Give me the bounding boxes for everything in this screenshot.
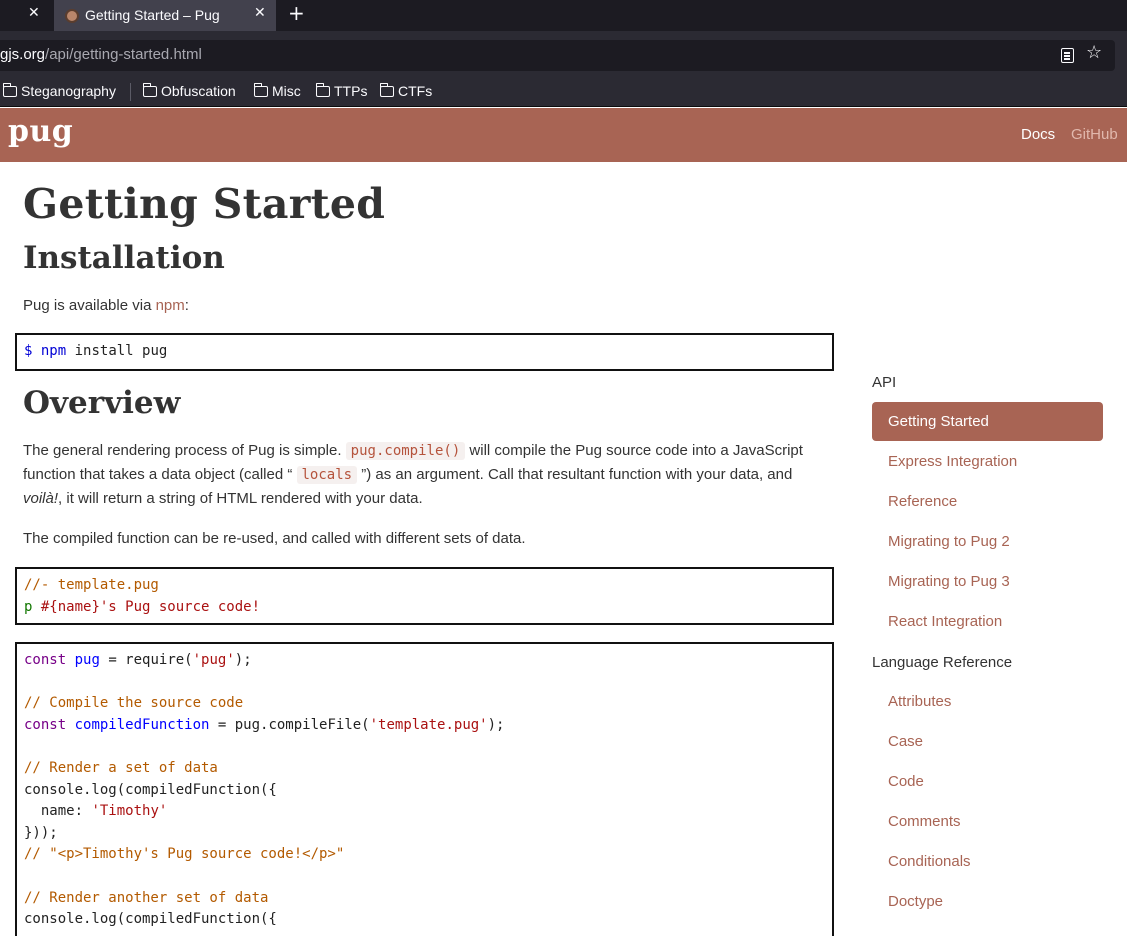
address-bar[interactable]: gjs.org/api/getting-started.html xyxy=(0,40,1115,71)
installation-heading: Installation xyxy=(23,240,225,276)
sidebar-item-attributes[interactable]: Attributes xyxy=(872,682,1103,721)
sidebar-heading-api: API xyxy=(872,374,897,391)
navigation-toolbar: gjs.org/api/getting-started.html ☆ xyxy=(0,31,1127,77)
sidebar-item-migrating-pug-3[interactable]: Migrating to Pug 3 xyxy=(872,562,1103,601)
bookmark-folder-ctfs[interactable]: CTFs xyxy=(379,83,432,99)
sidebar-item-migrating-pug-2[interactable]: Migrating to Pug 2 xyxy=(872,522,1103,561)
close-tab-icon[interactable]: ✕ xyxy=(28,5,40,21)
sidebar-item-case[interactable]: Case xyxy=(872,722,1103,761)
browser-tab-active[interactable]: Getting Started – Pug ✕ xyxy=(54,0,276,31)
tab-strip: ✕ Getting Started – Pug ✕ + xyxy=(0,0,1127,31)
folder-icon xyxy=(253,83,268,97)
nav-docs-link[interactable]: Docs xyxy=(1021,126,1055,143)
tab-title: Getting Started – Pug xyxy=(85,7,220,23)
folder-icon xyxy=(379,83,394,97)
overview-paragraph: The general rendering process of Pug is … xyxy=(23,442,803,507)
sidebar-item-reference[interactable]: Reference xyxy=(872,482,1103,521)
reader-view-icon[interactable] xyxy=(1061,48,1074,63)
javascript-code-block: const pug = require('pug'); // Compile t… xyxy=(15,642,834,936)
sidebar-heading-language-reference: Language Reference xyxy=(872,654,1013,671)
sidebar-item-conditionals[interactable]: Conditionals xyxy=(872,842,1103,881)
folder-icon xyxy=(2,83,17,97)
pug-favicon-icon xyxy=(65,9,79,23)
site-logo[interactable]: pug xyxy=(8,114,73,149)
bookmark-folder-misc[interactable]: Misc xyxy=(253,83,301,99)
inline-code-locals: locals xyxy=(296,466,358,484)
sidebar-item-doctype[interactable]: Doctype xyxy=(872,882,1103,921)
bookmark-star-icon[interactable]: ☆ xyxy=(1086,44,1102,62)
page-title: Getting Started xyxy=(23,180,386,228)
folder-icon xyxy=(315,83,330,97)
close-tab-icon[interactable]: ✕ xyxy=(254,5,266,21)
overview-heading: Overview xyxy=(23,385,181,421)
sidebar-item-code[interactable]: Code xyxy=(872,762,1103,801)
bookmarks-separator xyxy=(130,83,131,101)
sidebar-item-comments[interactable]: Comments xyxy=(872,802,1103,841)
bookmark-folder-obfuscation[interactable]: Obfuscation xyxy=(142,83,236,99)
bookmarks-toolbar: Steganography Obfuscation Misc TTPs CTFs xyxy=(0,77,1127,107)
nav-github-link[interactable]: GitHub xyxy=(1071,126,1118,143)
inline-code-pug-compile: pug.compile() xyxy=(345,442,466,460)
url-text[interactable]: gjs.org/api/getting-started.html xyxy=(0,46,202,63)
folder-icon xyxy=(142,83,157,97)
sidebar-item-react-integration[interactable]: React Integration xyxy=(872,602,1103,641)
reuse-paragraph: The compiled function can be re-used, an… xyxy=(23,530,526,547)
new-tab-icon[interactable]: + xyxy=(288,3,305,23)
bookmark-folder-ttps[interactable]: TTPs xyxy=(315,83,367,99)
npm-link[interactable]: npm xyxy=(156,297,185,314)
install-paragraph: Pug is available via npm: xyxy=(23,297,189,314)
bookmark-folder-steganography[interactable]: Steganography xyxy=(2,83,116,99)
template-code-block: //- template.pug p #{name}'s Pug source … xyxy=(15,567,834,625)
install-code-block: $ npm install pug xyxy=(15,333,834,371)
site-header: pug Docs GitHub xyxy=(0,108,1127,162)
sidebar-item-getting-started[interactable]: Getting Started xyxy=(872,402,1103,441)
sidebar-item-express-integration[interactable]: Express Integration xyxy=(872,442,1103,481)
